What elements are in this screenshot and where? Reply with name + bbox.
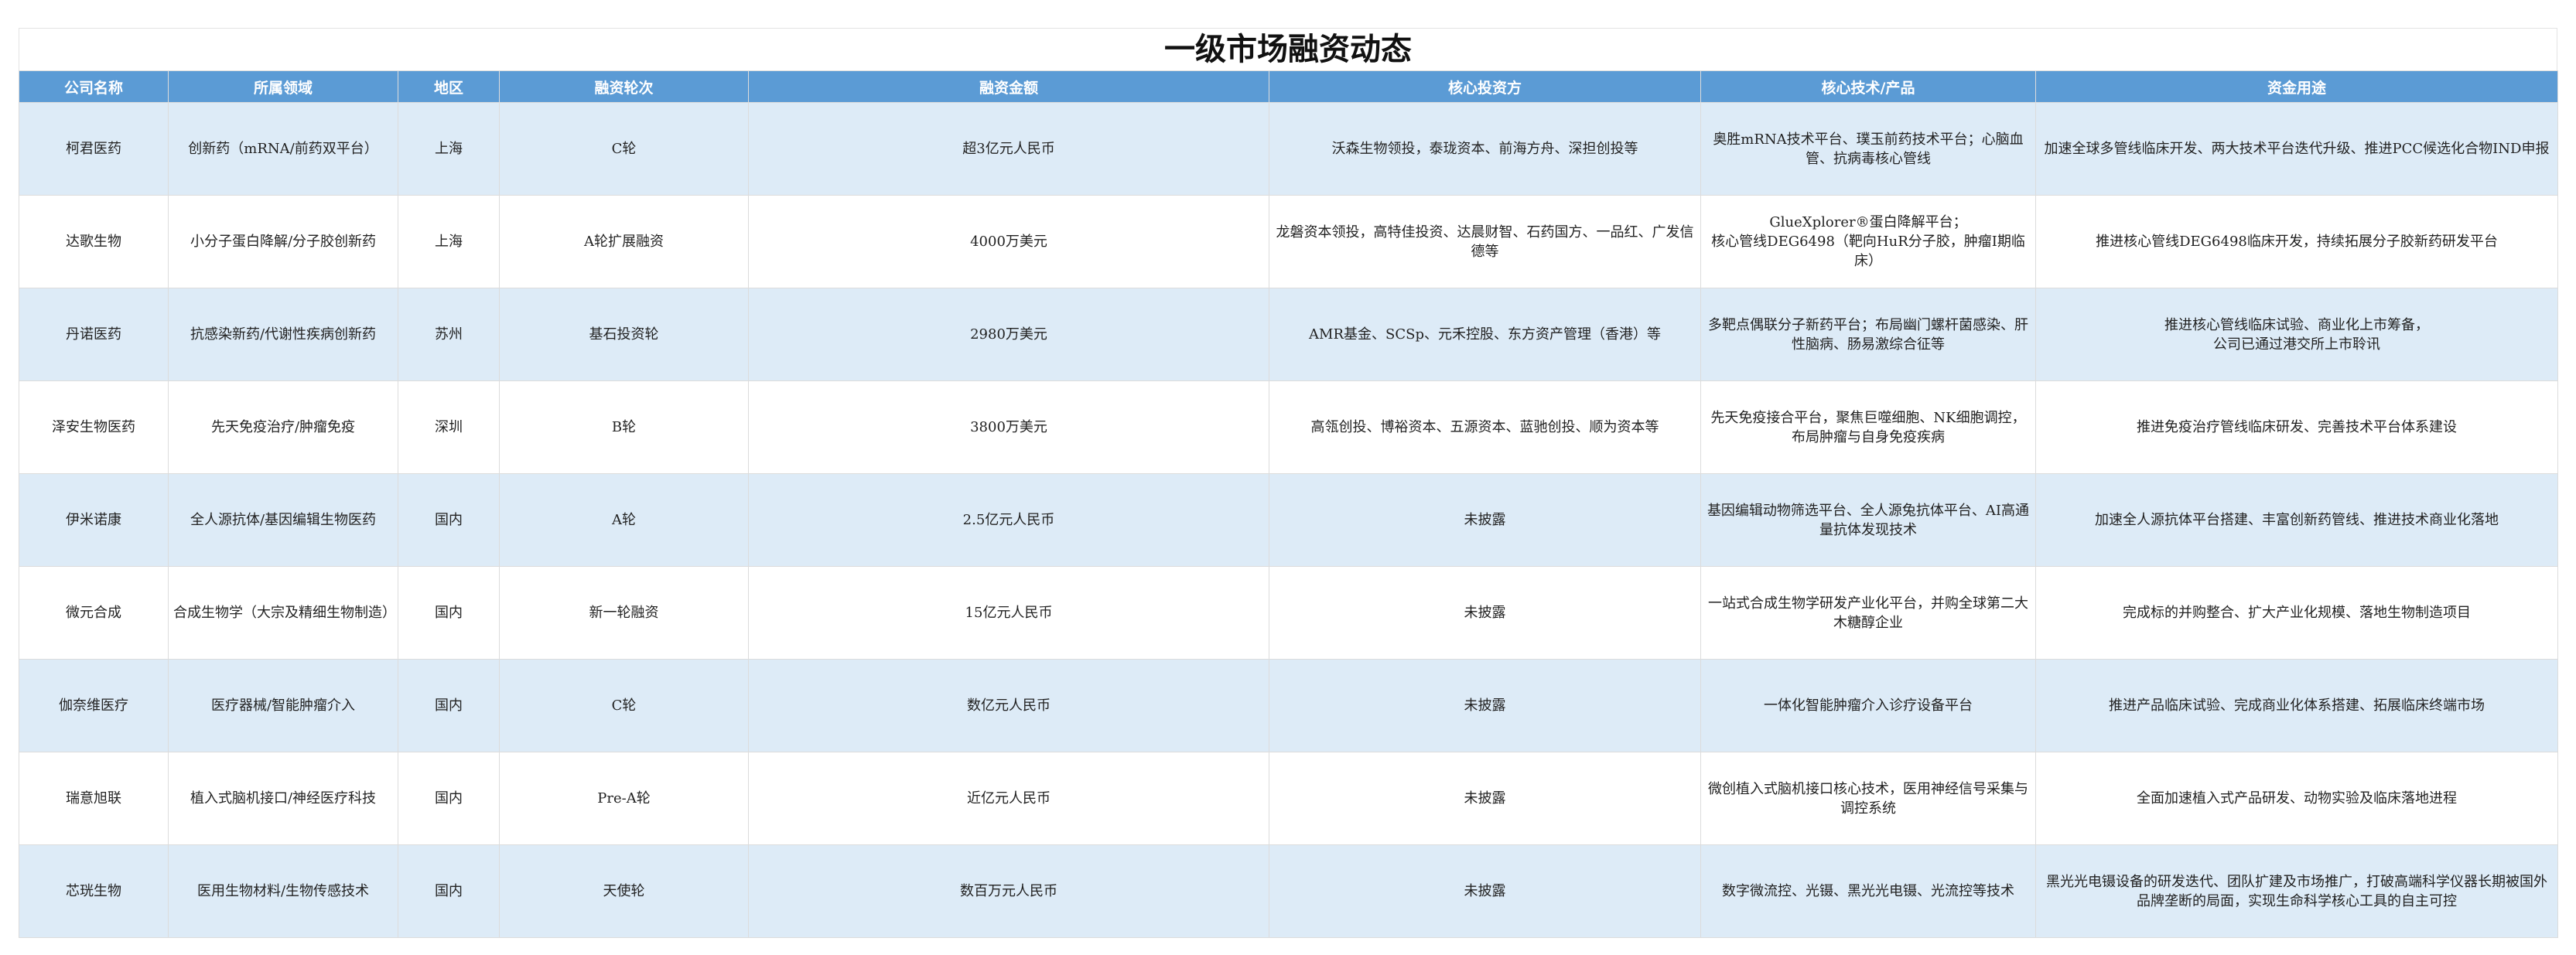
header-company[interactable]: 公司名称 (19, 70, 169, 103)
cell-round[interactable]: A轮 (499, 473, 749, 567)
cell-round[interactable]: B轮 (499, 380, 749, 474)
cell-region[interactable]: 深圳 (398, 380, 500, 474)
cell-use-of-funds[interactable]: 推进核心管线DEG6498临床开发，持续拓展分子胶新药研发平台 (2035, 195, 2558, 288)
cell-use-of-funds[interactable]: 黑光光电镊设备的研发迭代、团队扩建及市场推广，打破高端科学仪器长期被国外品牌垄断… (2035, 844, 2558, 938)
cell-amount[interactable]: 数亿元人民币 (748, 659, 1269, 752)
header-technology[interactable]: 核心技术/产品 (1700, 70, 2036, 103)
cell-technology[interactable]: 奥胜mRNA技术平台、璞玉前药技术平台；心脑血管、抗病毒核心管线 (1700, 102, 2036, 196)
cell-company[interactable]: 伽奈维医疗 (19, 659, 169, 752)
cell-field[interactable]: 医疗器械/智能肿瘤介入 (168, 659, 398, 752)
cell-amount[interactable]: 近亿元人民币 (748, 752, 1269, 845)
table-row: 微元合成 合成生物学（大宗及精细生物制造） 国内 新一轮融资 15亿元人民币 未披露 一站式… (19, 566, 2558, 660)
cell-use-of-funds[interactable]: 推进免疫治疗管线临床研发、完善技术平台体系建设 (2035, 380, 2558, 474)
cell-round[interactable]: Pre-A轮 (499, 752, 749, 845)
table-row: 瑞意旭联 植入式脑机接口/神经医疗科技 国内 Pre-A轮 近亿元人民币 未披露 微创植入式… (19, 752, 2558, 845)
cell-technology[interactable]: 数字微流控、光镊、黑光光电镊、光流控等技术 (1700, 844, 2036, 938)
cell-technology[interactable]: 多靶点偶联分子新药平台；布局幽门螺杆菌感染、肝性脑病、肠易激综合征等 (1700, 288, 2036, 381)
cell-region[interactable]: 上海 (398, 195, 500, 288)
cell-field[interactable]: 抗感染新药/代谢性疾病创新药 (168, 288, 398, 381)
table-body: 柯君医药 创新药（mRNA/前药双平台） 上海 C轮 超3亿元人民币 沃森生物领投，泰珑资… (19, 102, 2558, 938)
header-field[interactable]: 所属领域 (168, 70, 398, 103)
cell-field[interactable]: 医用生物材料/生物传感技术 (168, 844, 398, 938)
cell-region[interactable]: 国内 (398, 473, 500, 567)
cell-use-of-funds[interactable]: 推进核心管线临床试验、商业化上市筹备， 公司已通过港交所上市聆讯 (2035, 288, 2558, 381)
cell-investors[interactable]: 沃森生物领投，泰珑资本、前海方舟、深担创投等 (1269, 102, 1701, 196)
cell-company[interactable]: 微元合成 (19, 566, 169, 660)
cell-use-of-funds[interactable]: 全面加速植入式产品研发、动物实验及临床落地进程 (2035, 752, 2558, 845)
cell-investors[interactable]: AMR基金、SCSp、元禾控股、东方资产管理（香港）等 (1269, 288, 1701, 381)
cell-round[interactable]: 基石投资轮 (499, 288, 749, 381)
cell-region[interactable]: 国内 (398, 752, 500, 845)
table-row: 达歌生物 小分子蛋白降解/分子胶创新药 上海 A轮扩展融资 4000万美元 龙磐资本领投，… (19, 195, 2558, 288)
cell-technology[interactable]: GlueXplorer®蛋白降解平台； 核心管线DEG6498（靶向HuR分子胶… (1700, 195, 2036, 288)
cell-company[interactable]: 伊米诺康 (19, 473, 169, 567)
header-round[interactable]: 融资轮次 (499, 70, 749, 103)
header-row: 公司名称 所属领域 地区 融资轮次 融资金额 核心投资方 核心技术/产品 资金用… (19, 70, 2558, 103)
cell-use-of-funds[interactable]: 加速全人源抗体平台搭建、丰富创新药管线、推进技术商业化落地 (2035, 473, 2558, 567)
cell-field[interactable]: 创新药（mRNA/前药双平台） (168, 102, 398, 196)
cell-field[interactable]: 先天免疫治疗/肿瘤免疫 (168, 380, 398, 474)
table-row: 柯君医药 创新药（mRNA/前药双平台） 上海 C轮 超3亿元人民币 沃森生物领投，泰珑资… (19, 102, 2558, 196)
spreadsheet: 一级市场融资动态 公司名称 所属领域 地区 融资轮次 融资金额 核心投资方 核心… (19, 28, 2558, 938)
cell-amount[interactable]: 数百万元人民币 (748, 844, 1269, 938)
cell-field[interactable]: 合成生物学（大宗及精细生物制造） (168, 566, 398, 660)
header-use-of-funds[interactable]: 资金用途 (2035, 70, 2558, 103)
financing-table: 公司名称 所属领域 地区 融资轮次 融资金额 核心投资方 核心技术/产品 资金用… (19, 70, 2558, 938)
cell-amount[interactable]: 3800万美元 (748, 380, 1269, 474)
header-investors[interactable]: 核心投资方 (1269, 70, 1701, 103)
cell-company[interactable]: 泽安生物医药 (19, 380, 169, 474)
cell-amount[interactable]: 2.5亿元人民币 (748, 473, 1269, 567)
table-row: 泽安生物医药 先天免疫治疗/肿瘤免疫 深圳 B轮 3800万美元 高瓴创投、博裕资本、五源… (19, 380, 2558, 474)
cell-region[interactable]: 苏州 (398, 288, 500, 381)
cell-amount[interactable]: 超3亿元人民币 (748, 102, 1269, 196)
cell-use-of-funds[interactable]: 加速全球多管线临床开发、两大技术平台迭代升级、推进PCC候选化合物IND申报 (2035, 102, 2558, 196)
cell-round[interactable]: C轮 (499, 102, 749, 196)
cell-investors[interactable]: 未披露 (1269, 473, 1701, 567)
header-region[interactable]: 地区 (398, 70, 500, 103)
cell-field[interactable]: 全人源抗体/基因编辑生物医药 (168, 473, 398, 567)
cell-investors[interactable]: 未披露 (1269, 752, 1701, 845)
cell-company[interactable]: 柯君医药 (19, 102, 169, 196)
cell-company[interactable]: 达歌生物 (19, 195, 169, 288)
cell-company[interactable]: 瑞意旭联 (19, 752, 169, 845)
cell-round[interactable]: 天使轮 (499, 844, 749, 938)
cell-amount[interactable]: 4000万美元 (748, 195, 1269, 288)
cell-company[interactable]: 芯珖生物 (19, 844, 169, 938)
cell-company[interactable]: 丹诺医药 (19, 288, 169, 381)
cell-field[interactable]: 植入式脑机接口/神经医疗科技 (168, 752, 398, 845)
cell-round[interactable]: A轮扩展融资 (499, 195, 749, 288)
cell-round[interactable]: C轮 (499, 659, 749, 752)
cell-investors[interactable]: 龙磐资本领投，高特佳投资、达晨财智、石药国方、一品红、广发信德等 (1269, 195, 1701, 288)
cell-region[interactable]: 国内 (398, 659, 500, 752)
cell-region[interactable]: 国内 (398, 844, 500, 938)
cell-technology[interactable]: 先天免疫接合平台，聚焦巨噬细胞、NK细胞调控，布局肿瘤与自身免疫疾病 (1700, 380, 2036, 474)
cell-region[interactable]: 国内 (398, 566, 500, 660)
table-row: 伊米诺康 全人源抗体/基因编辑生物医药 国内 A轮 2.5亿元人民币 未披露 基因编辑动物筛… (19, 473, 2558, 567)
cell-technology[interactable]: 一站式合成生物学研发产业化平台，并购全球第二大木糖醇企业 (1700, 566, 2036, 660)
cell-region[interactable]: 上海 (398, 102, 500, 196)
cell-technology[interactable]: 微创植入式脑机接口核心技术，医用神经信号采集与调控系统 (1700, 752, 2036, 845)
cell-investors[interactable]: 未披露 (1269, 844, 1701, 938)
table-row: 芯珖生物 医用生物材料/生物传感技术 国内 天使轮 数百万元人民币 未披露 数字微流控、光镊… (19, 844, 2558, 938)
cell-use-of-funds[interactable]: 完成标的并购整合、扩大产业化规模、落地生物制造项目 (2035, 566, 2558, 660)
table-row: 丹诺医药 抗感染新药/代谢性疾病创新药 苏州 基石投资轮 2980万美元 AMR基金、SC… (19, 288, 2558, 381)
cell-amount[interactable]: 15亿元人民币 (748, 566, 1269, 660)
cell-technology[interactable]: 一体化智能肿瘤介入诊疗设备平台 (1700, 659, 2036, 752)
cell-investors[interactable]: 未披露 (1269, 659, 1701, 752)
cell-technology[interactable]: 基因编辑动物筛选平台、全人源兔抗体平台、AI高通量抗体发现技术 (1700, 473, 2036, 567)
cell-investors[interactable]: 未披露 (1269, 566, 1701, 660)
cell-field[interactable]: 小分子蛋白降解/分子胶创新药 (168, 195, 398, 288)
table-row: 伽奈维医疗 医疗器械/智能肿瘤介入 国内 C轮 数亿元人民币 未披露 一体化智能肿瘤介入诊疗… (19, 659, 2558, 752)
cell-round[interactable]: 新一轮融资 (499, 566, 749, 660)
cell-amount[interactable]: 2980万美元 (748, 288, 1269, 381)
sheet-title: 一级市场融资动态 (19, 28, 2557, 70)
cell-use-of-funds[interactable]: 推进产品临床试验、完成商业化体系搭建、拓展临床终端市场 (2035, 659, 2558, 752)
cell-investors[interactable]: 高瓴创投、博裕资本、五源资本、蓝驰创投、顺为资本等 (1269, 380, 1701, 474)
header-amount[interactable]: 融资金额 (748, 70, 1269, 103)
